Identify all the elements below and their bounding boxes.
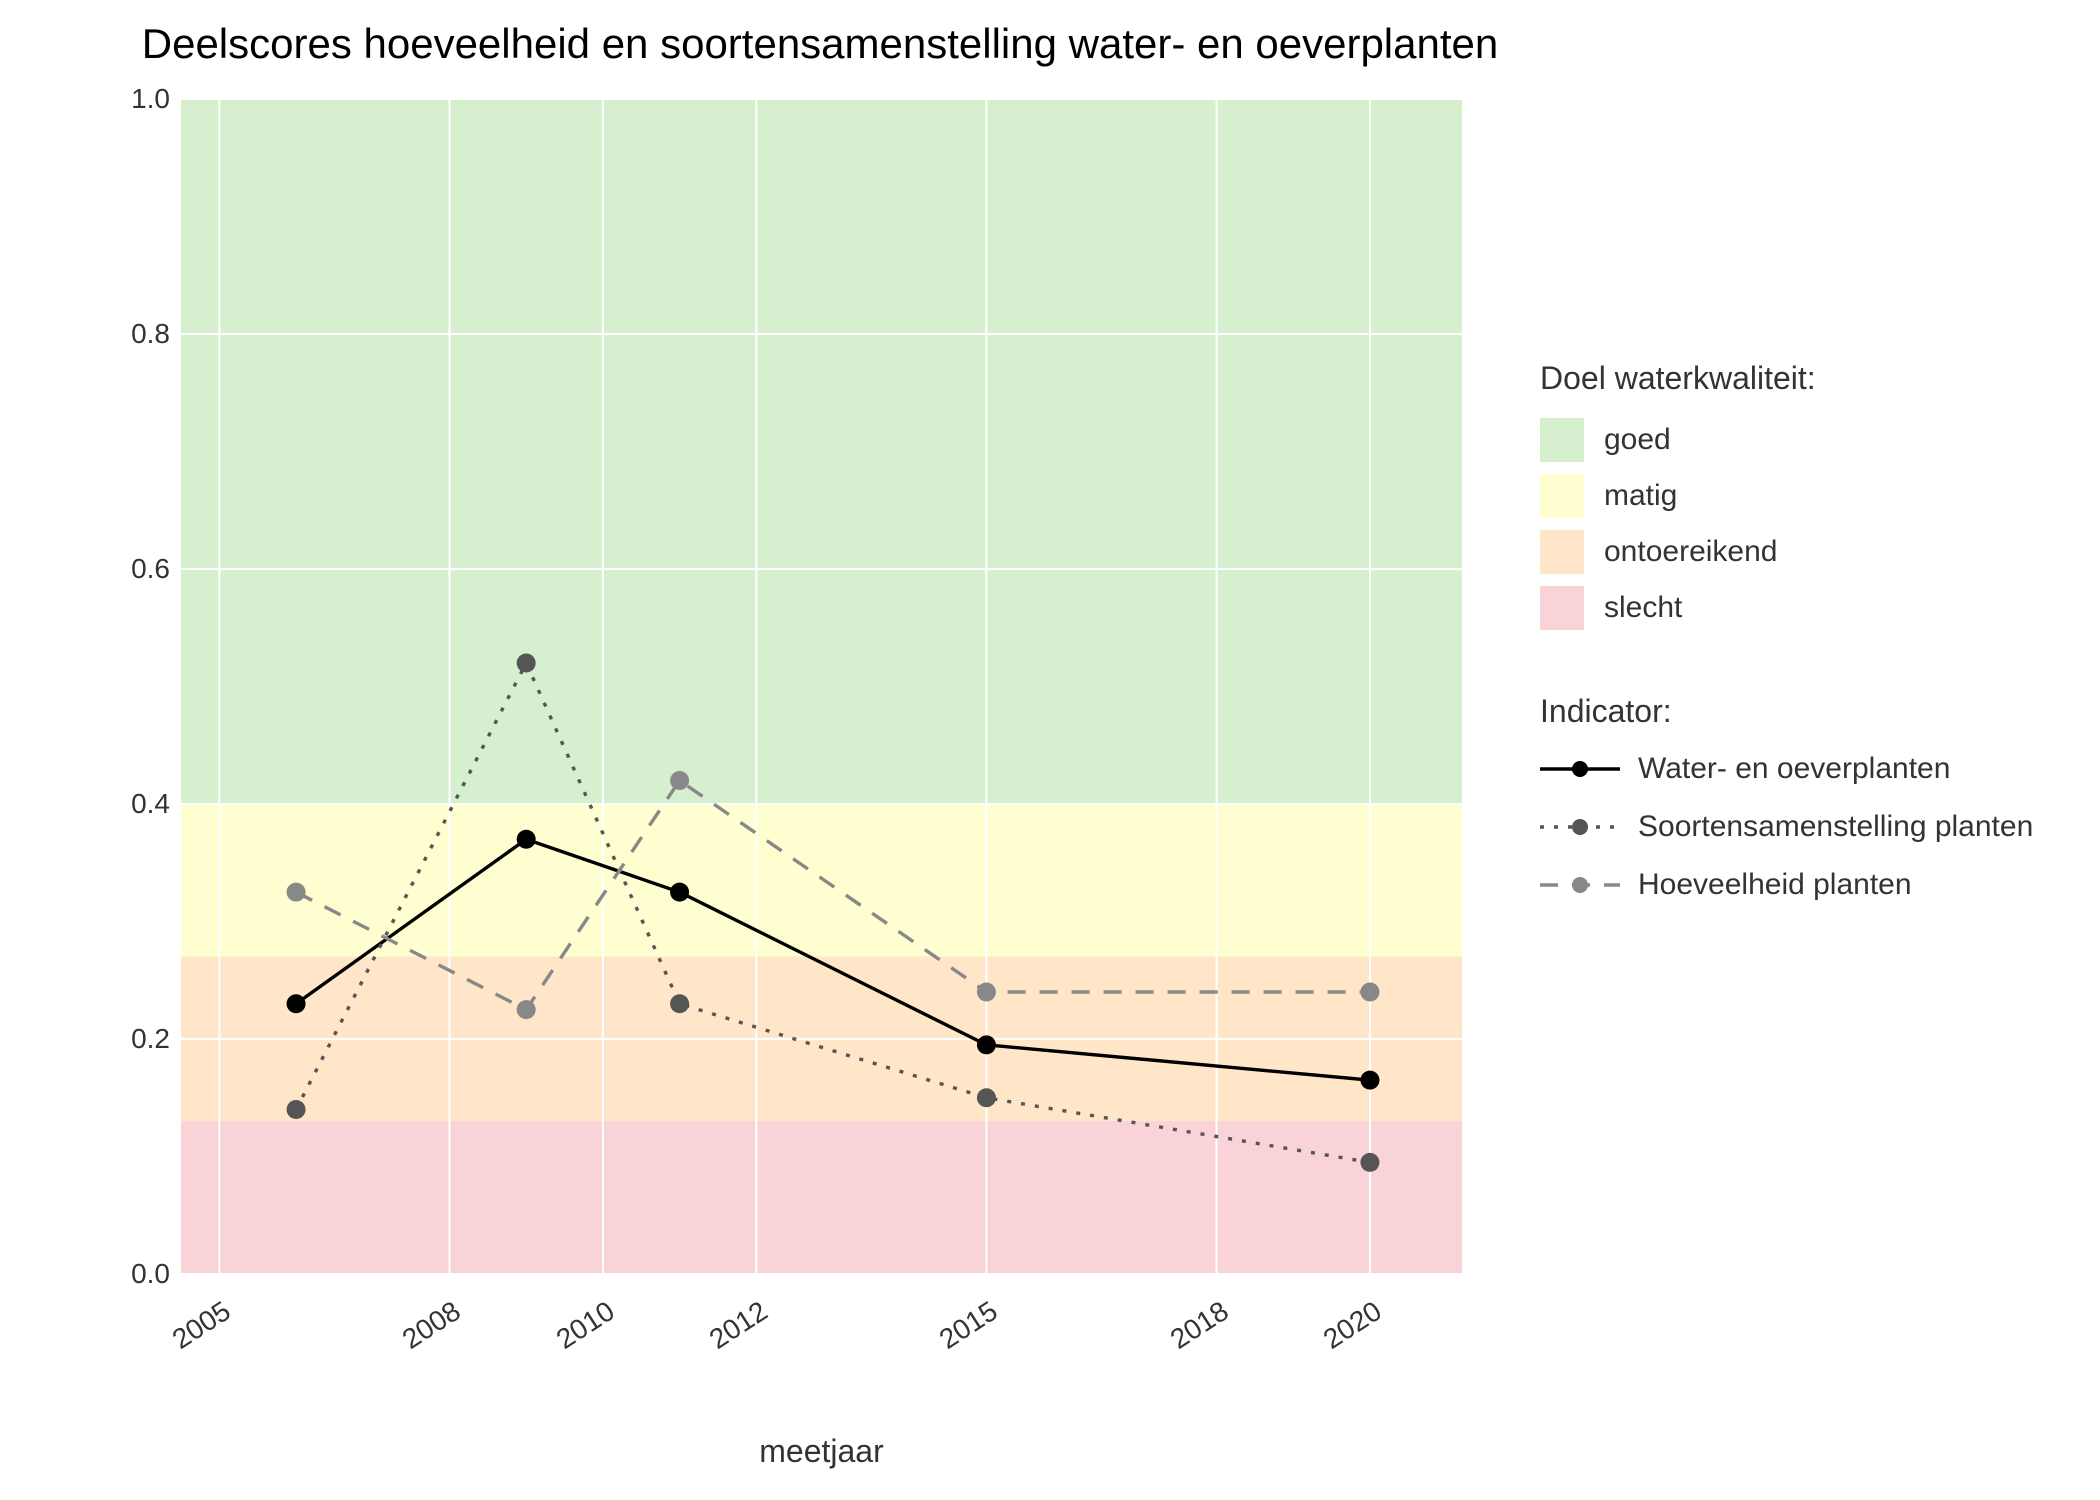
legend-quality-item: goed — [1540, 415, 2080, 465]
data-point — [287, 883, 306, 902]
x-tick-label: 2012 — [672, 1295, 773, 1376]
data-point — [977, 1035, 996, 1054]
legend-indicator-label: Hoeveelheid planten — [1638, 868, 1912, 902]
legend-quality-label: slecht — [1604, 591, 1682, 625]
legend-quality-item: matig — [1540, 471, 2080, 521]
legend-indicator-label: Soortensamenstelling planten — [1638, 810, 2033, 844]
data-point — [1360, 983, 1379, 1002]
data-point — [977, 983, 996, 1002]
plot-area — [181, 99, 1462, 1274]
data-point — [517, 654, 536, 673]
legend-indicator-group: Indicator: Water- en oeverplanten Soorten… — [1540, 693, 2080, 906]
legend-quality-title: Doel waterkwaliteit: — [1540, 360, 2080, 397]
x-axis-label: meetjaar — [181, 1433, 1462, 1470]
legend-swatch — [1540, 586, 1584, 630]
legend-indicator-label: Water- en oeverplanten — [1638, 752, 1950, 786]
x-tick-label: 2015 — [903, 1295, 1004, 1376]
y-tick-label: 0.2 — [100, 1023, 170, 1055]
legend: Doel waterkwaliteit: goed matig ontoereike… — [1540, 360, 2080, 966]
legend-indicator-title: Indicator: — [1540, 693, 2080, 730]
data-point — [287, 994, 306, 1013]
data-point — [670, 994, 689, 1013]
legend-swatch — [1540, 474, 1584, 518]
data-point — [517, 830, 536, 849]
data-point — [1360, 1071, 1379, 1090]
legend-quality-label: matig — [1604, 479, 1677, 513]
legend-quality-label: goed — [1604, 423, 1671, 457]
data-point — [1360, 1153, 1379, 1172]
y-tick-label: 0.4 — [100, 788, 170, 820]
legend-indicator-item: Water- en oeverplanten — [1540, 748, 2080, 790]
legend-line-icon — [1540, 815, 1620, 839]
legend-line-icon — [1540, 873, 1620, 897]
legend-quality-label: ontoereikend — [1604, 535, 1777, 569]
plot-svg — [181, 99, 1462, 1274]
legend-indicator-item: Soortensamenstelling planten — [1540, 806, 2080, 848]
legend-indicator-item: Hoeveelheid planten — [1540, 864, 2080, 906]
quality-band — [181, 99, 1462, 804]
x-tick-label: 2018 — [1133, 1295, 1234, 1376]
legend-swatch — [1540, 418, 1584, 462]
x-tick-label: 2020 — [1286, 1295, 1387, 1376]
data-point — [977, 1088, 996, 1107]
x-tick-label: 2010 — [519, 1295, 620, 1376]
y-tick-label: 0.8 — [100, 318, 170, 350]
legend-line-icon — [1540, 757, 1620, 781]
y-tick-label: 0.6 — [100, 553, 170, 585]
legend-quality-item: ontoereikend — [1540, 527, 2080, 577]
data-point — [517, 1000, 536, 1019]
data-point — [670, 883, 689, 902]
x-tick-label: 2008 — [366, 1295, 467, 1376]
chart-title: Deelscores hoeveelheid en soortensamenst… — [120, 20, 1520, 68]
legend-swatch — [1540, 530, 1584, 574]
y-tick-label: 0.0 — [100, 1258, 170, 1290]
y-tick-label: 1.0 — [100, 83, 170, 115]
data-point — [670, 771, 689, 790]
legend-quality-item: slecht — [1540, 583, 2080, 633]
data-point — [287, 1100, 306, 1119]
chart-container: Deelscores hoeveelheid en soortensamenst… — [0, 0, 2100, 1500]
legend-quality-group: Doel waterkwaliteit: goed matig ontoereike… — [1540, 360, 2080, 633]
x-tick-label: 2005 — [135, 1295, 236, 1376]
